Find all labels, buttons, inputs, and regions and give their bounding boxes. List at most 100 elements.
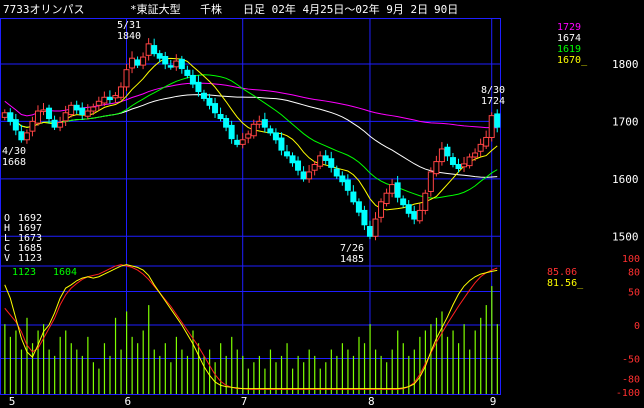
candle-body (278, 137, 285, 151)
candle-body (289, 155, 296, 164)
candle-body (162, 55, 169, 65)
volume-bar (214, 362, 216, 394)
annotation-high-date: 5/31 (117, 20, 141, 31)
volume-bar (131, 336, 133, 394)
candle-body (7, 112, 14, 122)
volume-bar (148, 305, 150, 394)
candle-body (339, 175, 346, 183)
candle-body (23, 132, 30, 141)
volume-bar (65, 330, 67, 394)
volume-bar (126, 311, 128, 394)
volume-bar (54, 355, 56, 394)
candle-body (206, 97, 213, 106)
volume-bar (480, 317, 482, 394)
candle-body (350, 191, 357, 203)
volume-bar (209, 349, 211, 394)
candle-body (129, 57, 136, 69)
candle-body (449, 157, 456, 165)
volume-bar (408, 355, 410, 394)
header-market: *東証大型 (130, 2, 181, 16)
candle-body (46, 107, 53, 120)
candle-body (438, 148, 445, 163)
volume-bar (496, 324, 498, 394)
candle-body (272, 132, 279, 141)
volume-bar (76, 349, 78, 394)
volume-bar (458, 343, 460, 394)
header-period: 日足 02年 4月25日～02年 9月 2日 (243, 2, 428, 16)
candle-body (51, 119, 58, 128)
candle-body (295, 160, 302, 171)
volume-bar (292, 368, 294, 394)
candle-body (95, 100, 102, 106)
ma-legend-green: 1619 (557, 44, 581, 55)
ohlc-label-v: V (4, 253, 10, 264)
volume-bar (70, 343, 72, 394)
candle-body (283, 151, 290, 157)
month-label: 7 (241, 395, 248, 408)
candle-body (140, 56, 147, 66)
candle-body (200, 92, 207, 99)
candle-body (84, 110, 91, 117)
candle-body (328, 158, 335, 168)
candle-body (306, 171, 313, 180)
candle-body (322, 155, 329, 161)
header-unit: 千株 (200, 2, 222, 16)
volume-bar (142, 330, 144, 394)
volume-bar (181, 349, 183, 394)
volume-bar (81, 355, 83, 394)
osc-tick-label: 80 (628, 267, 640, 278)
price-tick-label: 1800 (612, 58, 639, 71)
candle-body (101, 96, 108, 104)
candle-body (106, 96, 113, 101)
candle-body (494, 113, 501, 128)
volume-bar (4, 324, 6, 394)
month-label: 5 (9, 395, 16, 408)
volume-bar (137, 343, 139, 394)
volume-bar (43, 324, 45, 394)
volume-bar (269, 349, 272, 394)
candle-body (311, 163, 318, 171)
osc-tick-label: 0 (634, 321, 640, 332)
candle-body (117, 86, 124, 98)
stock-chart: 7733オリンパス *東証大型 千株 日足 02年 4月25日～02年 9月 2… (0, 0, 644, 408)
candle-body (12, 119, 19, 131)
candle-body (189, 74, 196, 85)
annotation-recent-date: 8/30 (481, 85, 505, 96)
candle-body (455, 163, 462, 169)
candle-body (422, 192, 429, 211)
candle-body (123, 69, 130, 88)
volume-bar (164, 343, 166, 394)
annotation-bottom-value: 1485 (340, 254, 364, 265)
candle-body (239, 139, 246, 145)
volume-bar (175, 336, 177, 394)
candle-body (472, 152, 479, 158)
volume-bar (446, 336, 449, 394)
volume-bar (341, 343, 343, 394)
osc-tick-label: -80 (622, 375, 640, 386)
volume-bar (159, 355, 161, 394)
volume-bar (98, 368, 100, 394)
candle-body (217, 114, 224, 120)
price-tick-label: 1600 (612, 173, 639, 186)
osc-tick-label: 100 (622, 254, 640, 265)
candle-body (383, 192, 390, 205)
candle-body (184, 69, 191, 76)
volume-bar (120, 349, 122, 394)
volume-bar (358, 336, 360, 394)
osc-tick-label: -50 (622, 355, 640, 366)
candle-body (433, 161, 440, 175)
volume-bar (92, 362, 94, 394)
header-days: 90日 (434, 3, 458, 16)
volume-bar (469, 349, 471, 394)
volume-bar (15, 330, 17, 394)
volume-bar (363, 343, 366, 394)
candle-body (79, 107, 86, 116)
volume-bar (109, 355, 111, 394)
volume-bar (153, 349, 155, 394)
volume-bar (220, 343, 222, 394)
price-tick-label: 1500 (612, 230, 639, 243)
candle-body (411, 211, 418, 220)
candle-body (267, 128, 274, 134)
candle-body (245, 133, 252, 139)
candle-body (261, 119, 268, 128)
